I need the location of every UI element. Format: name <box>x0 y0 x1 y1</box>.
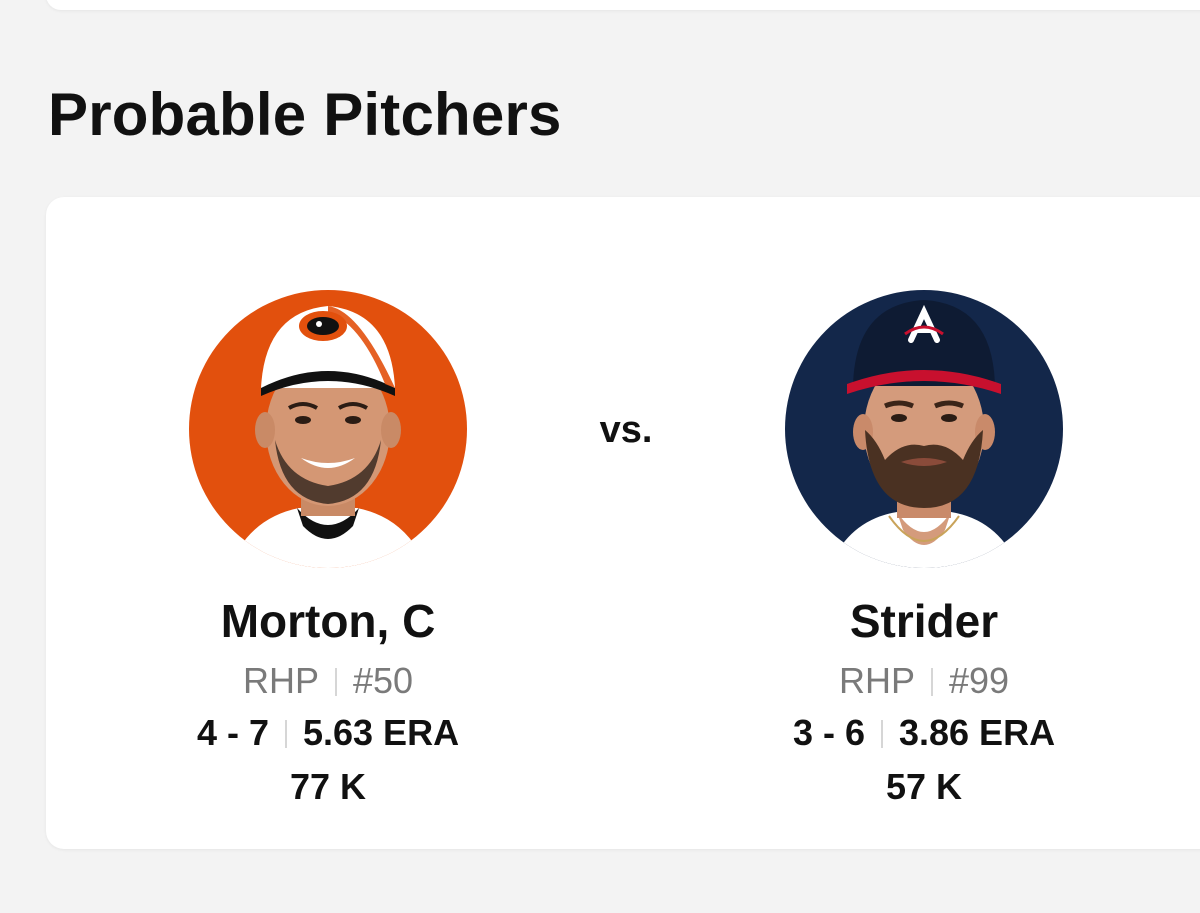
pitcher-era: 5.63 ERA <box>302 712 460 753</box>
section-title: Probable Pitchers <box>48 81 562 148</box>
pitcher-number: #50 <box>352 660 414 701</box>
pitcher-record: 3 - 6 <box>792 712 865 753</box>
divider <box>930 668 933 696</box>
pitcher-photo <box>785 290 1063 568</box>
divider <box>284 720 287 748</box>
pitcher-number: #99 <box>948 660 1010 701</box>
pitcher-stats: 3 - 6 3.86 ERA <box>694 711 1154 755</box>
pitcher-stats: 4 - 7 5.63 ERA <box>98 711 558 755</box>
pitcher-avatar[interactable] <box>785 290 1063 568</box>
pitcher-throws: RHP <box>838 660 915 701</box>
previous-card <box>46 0 1200 10</box>
vs-label: vs. <box>599 409 653 451</box>
pitcher-name[interactable]: Strider <box>694 593 1154 649</box>
probable-pitchers-card: Morton, C RHP #50 4 - 7 5.63 ERA 77 K vs. <box>46 197 1200 849</box>
pitcher-strikeouts: 57 K <box>885 766 963 807</box>
pitcher-strikeouts: 77 K <box>289 766 367 807</box>
pitcher-avatar[interactable] <box>189 290 467 568</box>
divider <box>334 668 337 696</box>
pitcher-record: 4 - 7 <box>196 712 269 753</box>
pitcher-meta: RHP #99 <box>694 659 1154 703</box>
pitcher-era: 3.86 ERA <box>898 712 1056 753</box>
pitcher-photo <box>189 290 467 568</box>
divider <box>880 720 883 748</box>
pitcher-meta: RHP #50 <box>98 659 558 703</box>
pitcher-name[interactable]: Morton, C <box>98 593 558 649</box>
pitcher-throws: RHP <box>242 660 319 701</box>
